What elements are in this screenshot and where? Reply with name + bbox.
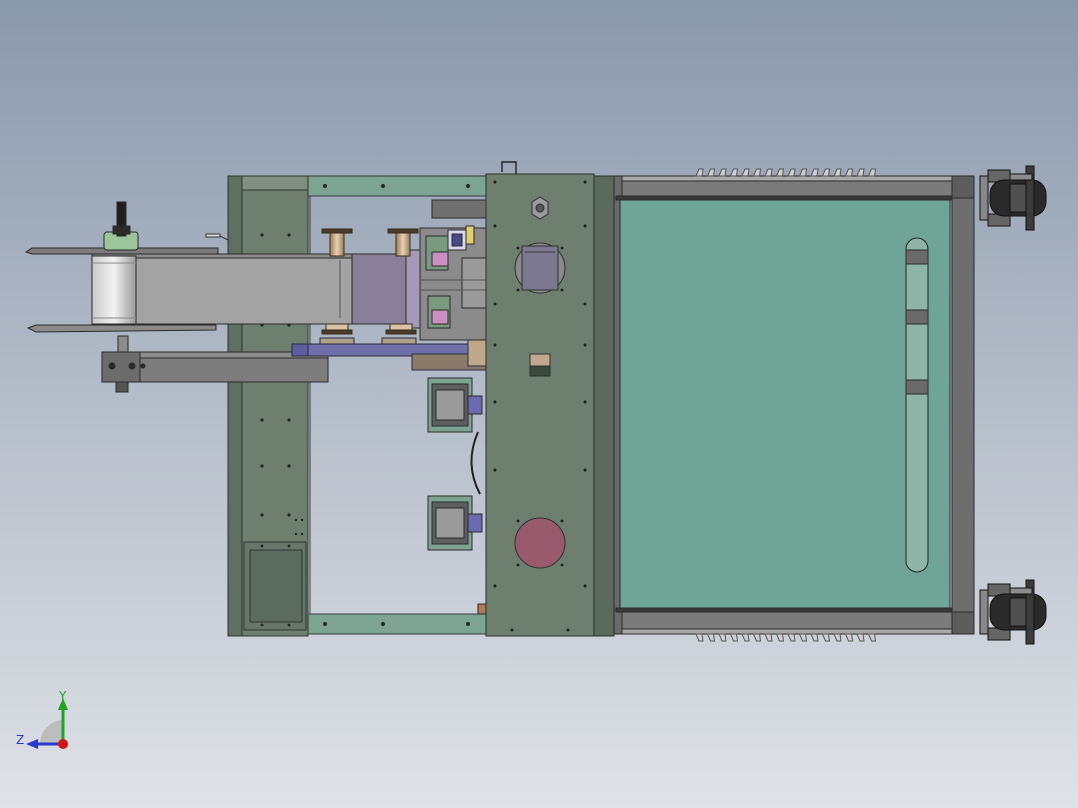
- triad-z-label: Z: [16, 733, 24, 747]
- cad-model-drawing[interactable]: Y Z: [0, 0, 1078, 808]
- right-main-body: [613, 175, 975, 635]
- left-frame-column: [227, 175, 309, 637]
- cad-viewport[interactable]: Y Z: [0, 0, 1078, 808]
- triad-y-label: Y: [58, 689, 67, 703]
- top-rail: [307, 175, 487, 197]
- center-panel: [485, 173, 615, 637]
- bottom-rail: [307, 613, 487, 635]
